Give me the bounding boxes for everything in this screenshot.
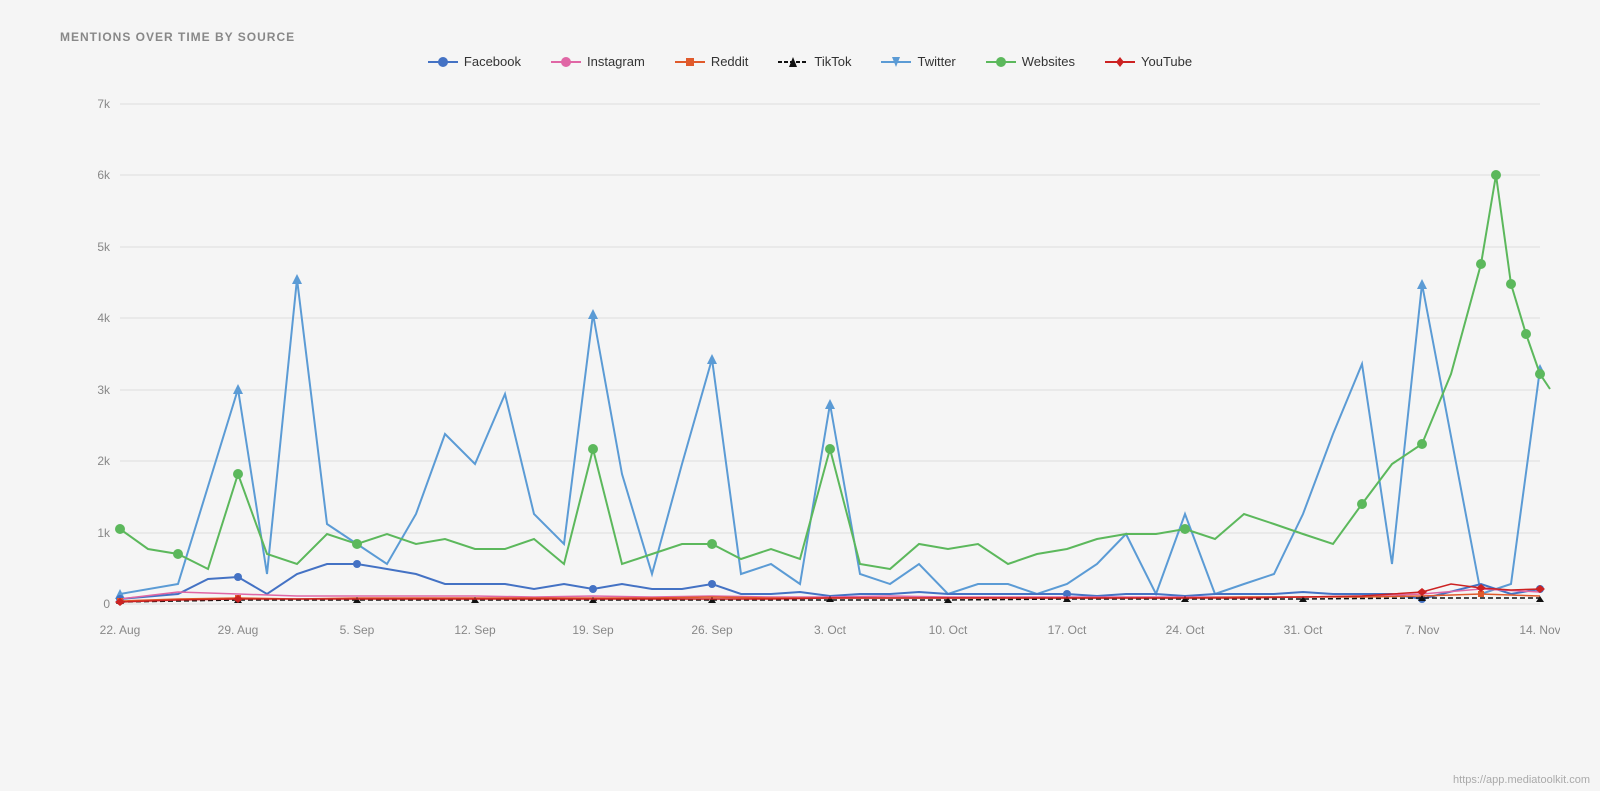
x-label-4: 19. Sep [572, 623, 614, 637]
main-chart: 7k 6k 5k 4k 3k 2k 1k 0 22. Aug 29. Aug 5… [60, 84, 1560, 674]
legend-item-tiktok: TikTok [778, 54, 851, 69]
x-label-0: 22. Aug [100, 623, 141, 637]
x-label-10: 31. Oct [1284, 623, 1323, 637]
legend-label-facebook: Facebook [464, 54, 521, 69]
twitter-line [120, 279, 1540, 594]
y-label-4k: 4k [97, 311, 111, 325]
legend-label-tiktok: TikTok [814, 54, 851, 69]
x-label-3: 12. Sep [454, 623, 496, 637]
x-label-1: 29. Aug [218, 623, 259, 637]
y-label-3k: 3k [97, 383, 111, 397]
y-label-7k: 7k [97, 97, 111, 111]
y-label-5k: 5k [97, 240, 111, 254]
facebook-line [120, 564, 1540, 599]
twitter-dots [115, 274, 1545, 599]
legend-item-reddit: Reddit [675, 54, 749, 69]
x-label-8: 17. Oct [1048, 623, 1087, 637]
legend-item-twitter: Twitter [881, 54, 955, 69]
x-label-9: 24. Oct [1166, 623, 1205, 637]
legend-label-twitter: Twitter [917, 54, 955, 69]
legend-label-instagram: Instagram [587, 54, 645, 69]
legend-item-instagram: Instagram [551, 54, 645, 69]
legend-label-websites: Websites [1022, 54, 1075, 69]
chart-legend: Facebook Instagram Reddit TikTok [60, 54, 1560, 69]
legend-item-facebook: Facebook [428, 54, 521, 69]
websites-line [120, 175, 1550, 569]
x-label-11: 7. Nov [1405, 623, 1440, 637]
y-label-1k: 1k [97, 526, 111, 540]
y-label-6k: 6k [97, 168, 111, 182]
y-label-0: 0 [103, 597, 110, 611]
chart-container: MENTIONS OVER TIME BY SOURCE Facebook In… [0, 0, 1600, 791]
legend-item-youtube: YouTube [1105, 54, 1192, 69]
x-label-5: 26. Sep [691, 623, 733, 637]
legend-label-youtube: YouTube [1141, 54, 1192, 69]
x-label-6: 3. Oct [814, 623, 847, 637]
legend-label-reddit: Reddit [711, 54, 749, 69]
chart-title: MENTIONS OVER TIME BY SOURCE [60, 30, 1560, 44]
watermark: https://app.mediatoolkit.com [1453, 774, 1590, 786]
legend-item-websites: Websites [986, 54, 1075, 69]
x-label-7: 10. Oct [929, 623, 968, 637]
x-label-2: 5. Sep [340, 623, 375, 637]
y-label-2k: 2k [97, 454, 111, 468]
websites-dots [115, 170, 1545, 559]
x-label-12: 14. Nov [1519, 623, 1560, 637]
